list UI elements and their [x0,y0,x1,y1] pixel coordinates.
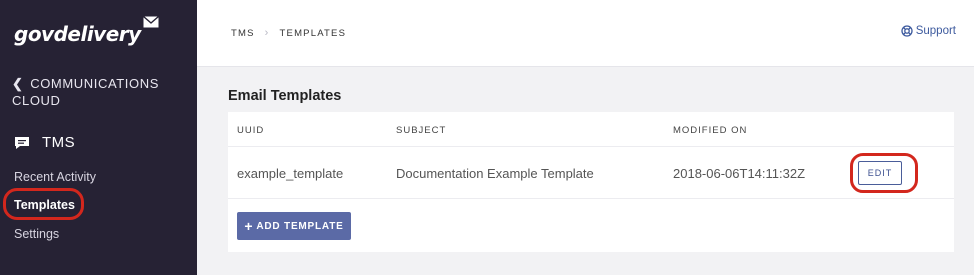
column-header-modified-on: MODIFIED ON [673,125,748,136]
row-subject: Documentation Example Template [396,166,594,181]
breadcrumb-tms[interactable]: TMS [231,28,255,39]
add-template-button[interactable]: + ADD TEMPLATE [237,212,351,240]
add-template-label: ADD TEMPLATE [256,220,344,232]
support-link[interactable]: Support [901,25,956,37]
sidebar: govdelivery ❮ COMMUNICATIONS CLOUD TMS R… [0,0,197,275]
support-label: Support [915,25,956,37]
govdelivery-logo[interactable]: govdelivery [14,22,141,46]
breadcrumb-templates: TEMPLATES [279,27,347,39]
row-modified-on: 2018-06-06T14:11:32Z [673,166,806,181]
top-bar: TMS › TEMPLATES Support [197,0,974,67]
sidebar-item-settings[interactable]: Settings [14,227,59,241]
message-icon [15,136,29,149]
row-uuid: example_template [237,166,344,181]
row-divider [228,198,954,199]
envelope-icon [143,16,159,28]
lifebuoy-icon [901,25,913,37]
breadcrumb: TMS › TEMPLATES [231,27,346,39]
chevron-right-icon: › [264,27,270,39]
edit-highlight-annotation [850,153,918,193]
column-header-subject: SUBJECT [396,125,447,136]
plus-icon: + [244,218,254,234]
page-title: Email Templates [228,88,342,104]
back-label-line2: CLOUD [12,93,61,108]
tms-section-header: TMS [14,134,75,151]
back-to-communications-cloud[interactable]: ❮ COMMUNICATIONS CLOUD [12,75,187,109]
tms-label: TMS [42,134,76,151]
templates-highlight-annotation [3,188,84,220]
sidebar-item-recent-activity[interactable]: Recent Activity [14,170,96,184]
column-header-uuid: UUID [237,125,265,136]
chevron-left-icon: ❮ [12,76,24,91]
back-label-line1: COMMUNICATIONS [30,76,159,91]
header-divider [228,146,954,147]
